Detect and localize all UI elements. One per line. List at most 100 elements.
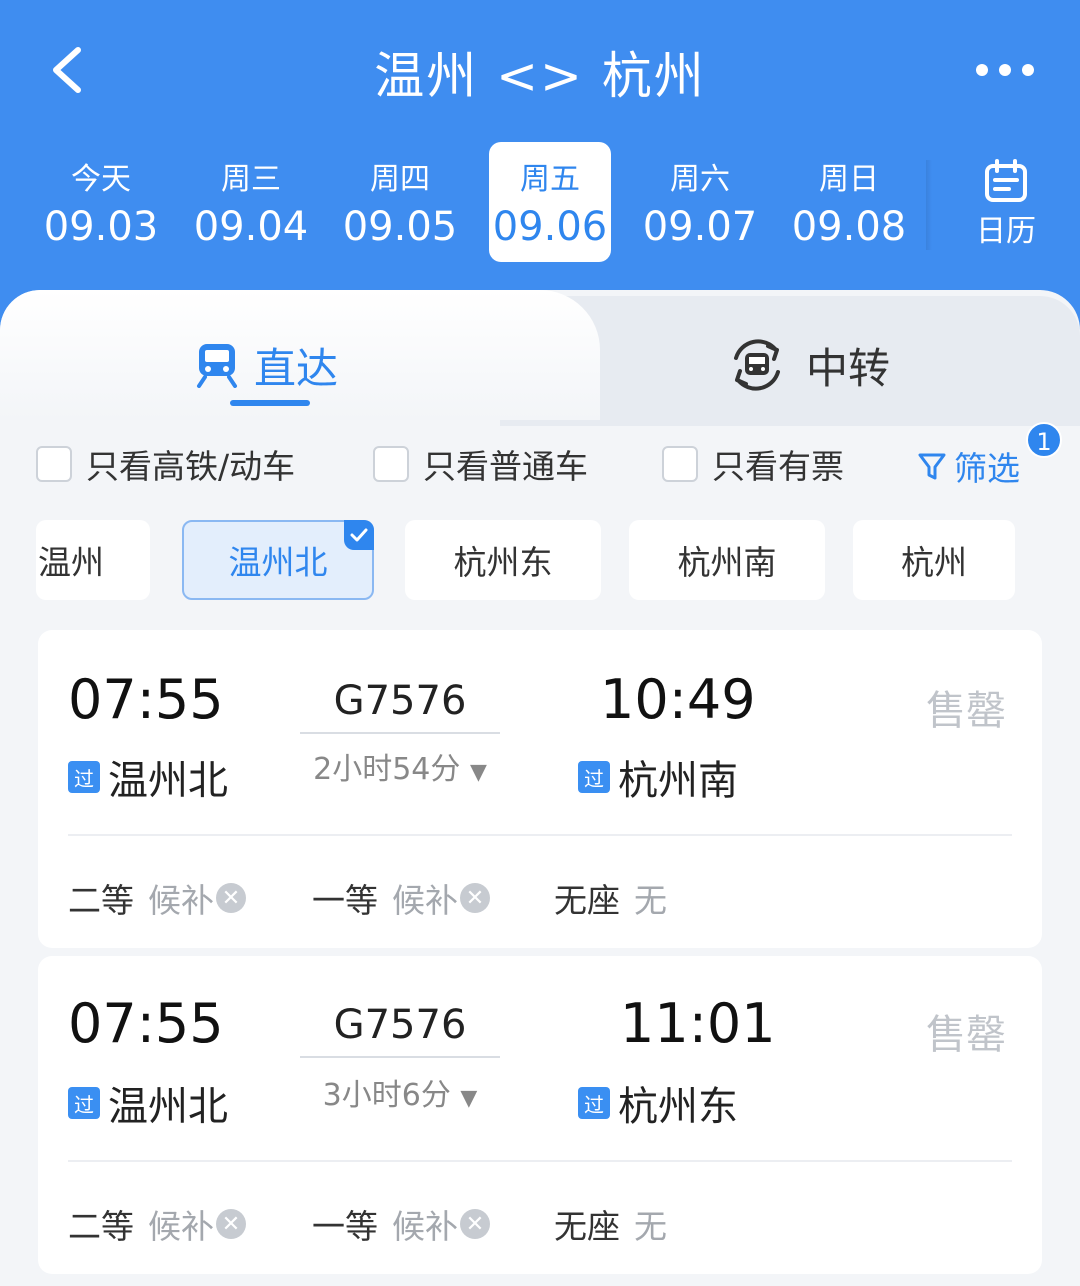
seat-class: 二等 (68, 1207, 134, 1246)
train-number: G7576 (333, 1002, 467, 1048)
duration-text: 2小时54分 (313, 752, 461, 787)
seat-first-class[interactable]: 一等 候补 ✕ (312, 1200, 490, 1248)
filter-row: 只看高铁/动车 只看普通车 只看有票 筛选 (0, 438, 1080, 488)
route-line (300, 732, 500, 734)
date-value: 09.03 (43, 204, 159, 250)
results-sheet: 直达 中转 只看高铁/动车 只看普通车 只看有票 筛选 1 温州 温州北 杭州东… (0, 290, 1080, 1286)
date-item-5[interactable]: 周日 09.08 (788, 142, 910, 262)
date-value: 09.07 (642, 204, 758, 250)
station-chip-label: 温州北 (228, 543, 328, 582)
date-item-4[interactable]: 周六 09.07 (639, 142, 761, 262)
close-circle-icon: ✕ (216, 883, 246, 913)
seat-status: 候补 (392, 1207, 458, 1246)
date-weekday: 周五 (520, 162, 580, 197)
seat-second-class[interactable]: 二等 候补 ✕ (68, 874, 246, 922)
date-item-selected[interactable]: 周五 09.06 (489, 142, 611, 262)
train-card[interactable]: 07:55 过 温州北 G7576 2小时54分 ▼ 10:49 过 杭州南 售… (38, 630, 1042, 948)
filter-label: 筛选 (954, 449, 1020, 488)
station-chip-wenzhou[interactable]: 温州 (36, 520, 150, 600)
route-line (300, 1056, 500, 1058)
depart-time: 07:55 (68, 668, 224, 731)
caret-down-icon: ▼ (469, 760, 487, 785)
checkbox-box (36, 446, 72, 482)
funnel-icon (918, 453, 946, 480)
depart-time: 07:55 (68, 992, 224, 1055)
station-chips: 温州 温州北 杭州东 杭州南 杭州 (0, 520, 1080, 602)
seat-class: 一等 (312, 1207, 378, 1246)
train-card[interactable]: 07:55 过 温州北 G7576 3小时6分 ▼ 11:01 过 杭州东 售罄… (38, 956, 1042, 1274)
seat-status: 候补 (148, 1207, 214, 1246)
calendar-icon (985, 159, 1027, 202)
duration-text: 3小时6分 (322, 1078, 451, 1113)
divider (68, 834, 1012, 836)
high-speed-only-checkbox[interactable]: 只看高铁/动车 (36, 442, 295, 486)
regular-only-checkbox[interactable]: 只看普通车 (373, 442, 588, 486)
train-icon (197, 344, 237, 388)
date-item-0[interactable]: 今天 09.03 (40, 142, 162, 262)
date-value: 09.04 (193, 204, 309, 250)
seat-standing[interactable]: 无座 无 (554, 1200, 667, 1248)
seat-first-class[interactable]: 一等 候补 ✕ (312, 874, 490, 922)
transfer-train-icon (734, 339, 780, 391)
divider (926, 160, 932, 250)
date-weekday: 周日 (819, 162, 879, 197)
calendar-button[interactable]: 日历 (960, 158, 1052, 258)
seat-second-class[interactable]: 二等 候补 ✕ (68, 1200, 246, 1248)
train-number: G7576 (333, 678, 467, 724)
available-only-checkbox[interactable]: 只看有票 (662, 442, 844, 486)
station-chip-label: 杭州 (901, 543, 967, 582)
seat-standing[interactable]: 无座 无 (554, 874, 667, 922)
tab-direct[interactable]: 直达 (196, 330, 338, 400)
close-circle-icon: ✕ (216, 1209, 246, 1239)
station-chip-hangzhou-east[interactable]: 杭州东 (405, 520, 601, 600)
arrive-station: 过 杭州东 (578, 1074, 738, 1132)
station-chip-wenzhou-north[interactable]: 温州北 (182, 520, 374, 600)
depart-station: 过 温州北 (68, 1074, 228, 1132)
station-chip-hangzhou[interactable]: 杭州 (853, 520, 1015, 600)
date-weekday: 周四 (370, 162, 430, 197)
seat-class: 二等 (68, 881, 134, 920)
checkbox-label: 只看普通车 (423, 447, 588, 486)
arrive-station: 过 杭州南 (578, 748, 738, 806)
sold-out-status: 售罄 (926, 688, 1006, 734)
tab-active-indicator (230, 400, 310, 406)
duration[interactable]: 3小时6分 ▼ (300, 1070, 500, 1114)
date-selector: 今天 09.03 周三 09.04 周四 09.05 周五 09.06 周六 0… (0, 140, 1080, 270)
tab-direct-label: 直达 (254, 343, 339, 393)
depart-station-name: 温州北 (108, 758, 228, 804)
seat-class: 无座 (554, 881, 620, 920)
date-item-2[interactable]: 周四 09.05 (339, 142, 461, 262)
depart-station: 过 温州北 (68, 748, 228, 806)
pass-tag: 过 (578, 1087, 610, 1119)
top-bar: 温州 <> 杭州 (0, 0, 1080, 140)
arrive-station-name: 杭州东 (618, 1084, 738, 1130)
depart-station-name: 温州北 (108, 1084, 228, 1130)
pass-tag: 过 (68, 1087, 100, 1119)
calendar-label: 日历 (976, 214, 1036, 249)
pass-tag: 过 (68, 761, 100, 793)
page-title: 温州 <> 杭州 (374, 47, 706, 105)
seat-class: 一等 (312, 881, 378, 920)
more-dots-icon[interactable] (970, 55, 1040, 85)
arrive-time: 10:49 (600, 668, 756, 731)
tab-transfer-label: 中转 (806, 343, 891, 393)
caret-down-icon: ▼ (460, 1086, 478, 1111)
checkbox-label: 只看高铁/动车 (86, 447, 296, 486)
date-item-1[interactable]: 周三 09.04 (190, 142, 312, 262)
seat-class: 无座 (554, 1207, 620, 1246)
checkbox-box (373, 446, 409, 482)
seat-status: 无 (634, 881, 667, 920)
station-chip-label: 温州 (38, 543, 104, 582)
seat-status: 候补 (148, 881, 214, 920)
date-value: 09.05 (342, 204, 458, 250)
station-chip-hangzhou-south[interactable]: 杭州南 (629, 520, 825, 600)
date-value: 09.08 (791, 204, 907, 250)
seat-status: 候补 (392, 881, 458, 920)
divider (68, 1160, 1012, 1162)
duration[interactable]: 2小时54分 ▼ (300, 744, 500, 788)
checkbox-label: 只看有票 (712, 447, 844, 486)
filter-button[interactable]: 筛选 (916, 442, 1020, 490)
date-weekday: 周三 (221, 162, 281, 197)
chevron-left-icon[interactable] (40, 40, 100, 100)
tab-transfer[interactable]: 中转 (728, 330, 890, 400)
